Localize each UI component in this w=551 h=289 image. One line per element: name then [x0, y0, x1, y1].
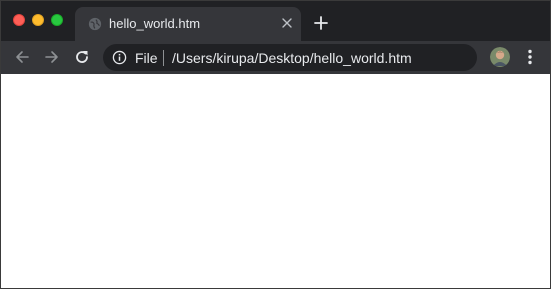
reload-icon — [76, 51, 88, 63]
avatar[interactable] — [490, 47, 510, 67]
window-minimize-button[interactable] — [32, 14, 44, 26]
plus-icon — [314, 16, 328, 30]
browser-menu-button[interactable] — [522, 47, 538, 67]
arrow-right-icon — [45, 51, 58, 63]
tab-hello-world[interactable]: hello_world.htm — [75, 7, 301, 41]
window-maximize-button[interactable] — [51, 14, 63, 26]
profile-picture-icon — [490, 47, 510, 67]
tab-title: hello_world.htm — [109, 16, 201, 31]
title-bar: hello_world.htm — [1, 1, 550, 41]
info-icon[interactable] — [112, 50, 127, 65]
window-close-button[interactable] — [13, 14, 25, 26]
back-button[interactable] — [12, 47, 32, 67]
address-bar[interactable]: File /Users/kirupa/Desktop/hello_world.h… — [103, 44, 477, 71]
browser-window: hello_world.htm File /Users/kirupa/Deskt… — [0, 0, 551, 289]
close-icon — [282, 18, 292, 28]
url-text[interactable]: /Users/kirupa/Desktop/hello_world.htm — [172, 50, 412, 66]
page-content — [1, 74, 550, 288]
new-tab-button[interactable] — [312, 14, 330, 32]
scheme-label: File — [135, 50, 158, 66]
tab-close-button[interactable] — [279, 15, 295, 31]
more-vertical-icon — [528, 49, 532, 65]
forward-button[interactable] — [42, 47, 62, 67]
arrow-left-icon — [16, 51, 29, 63]
globe-icon — [88, 17, 102, 31]
toolbar: File /Users/kirupa/Desktop/hello_world.h… — [1, 41, 550, 74]
reload-button[interactable] — [72, 47, 92, 67]
address-divider — [163, 50, 164, 66]
